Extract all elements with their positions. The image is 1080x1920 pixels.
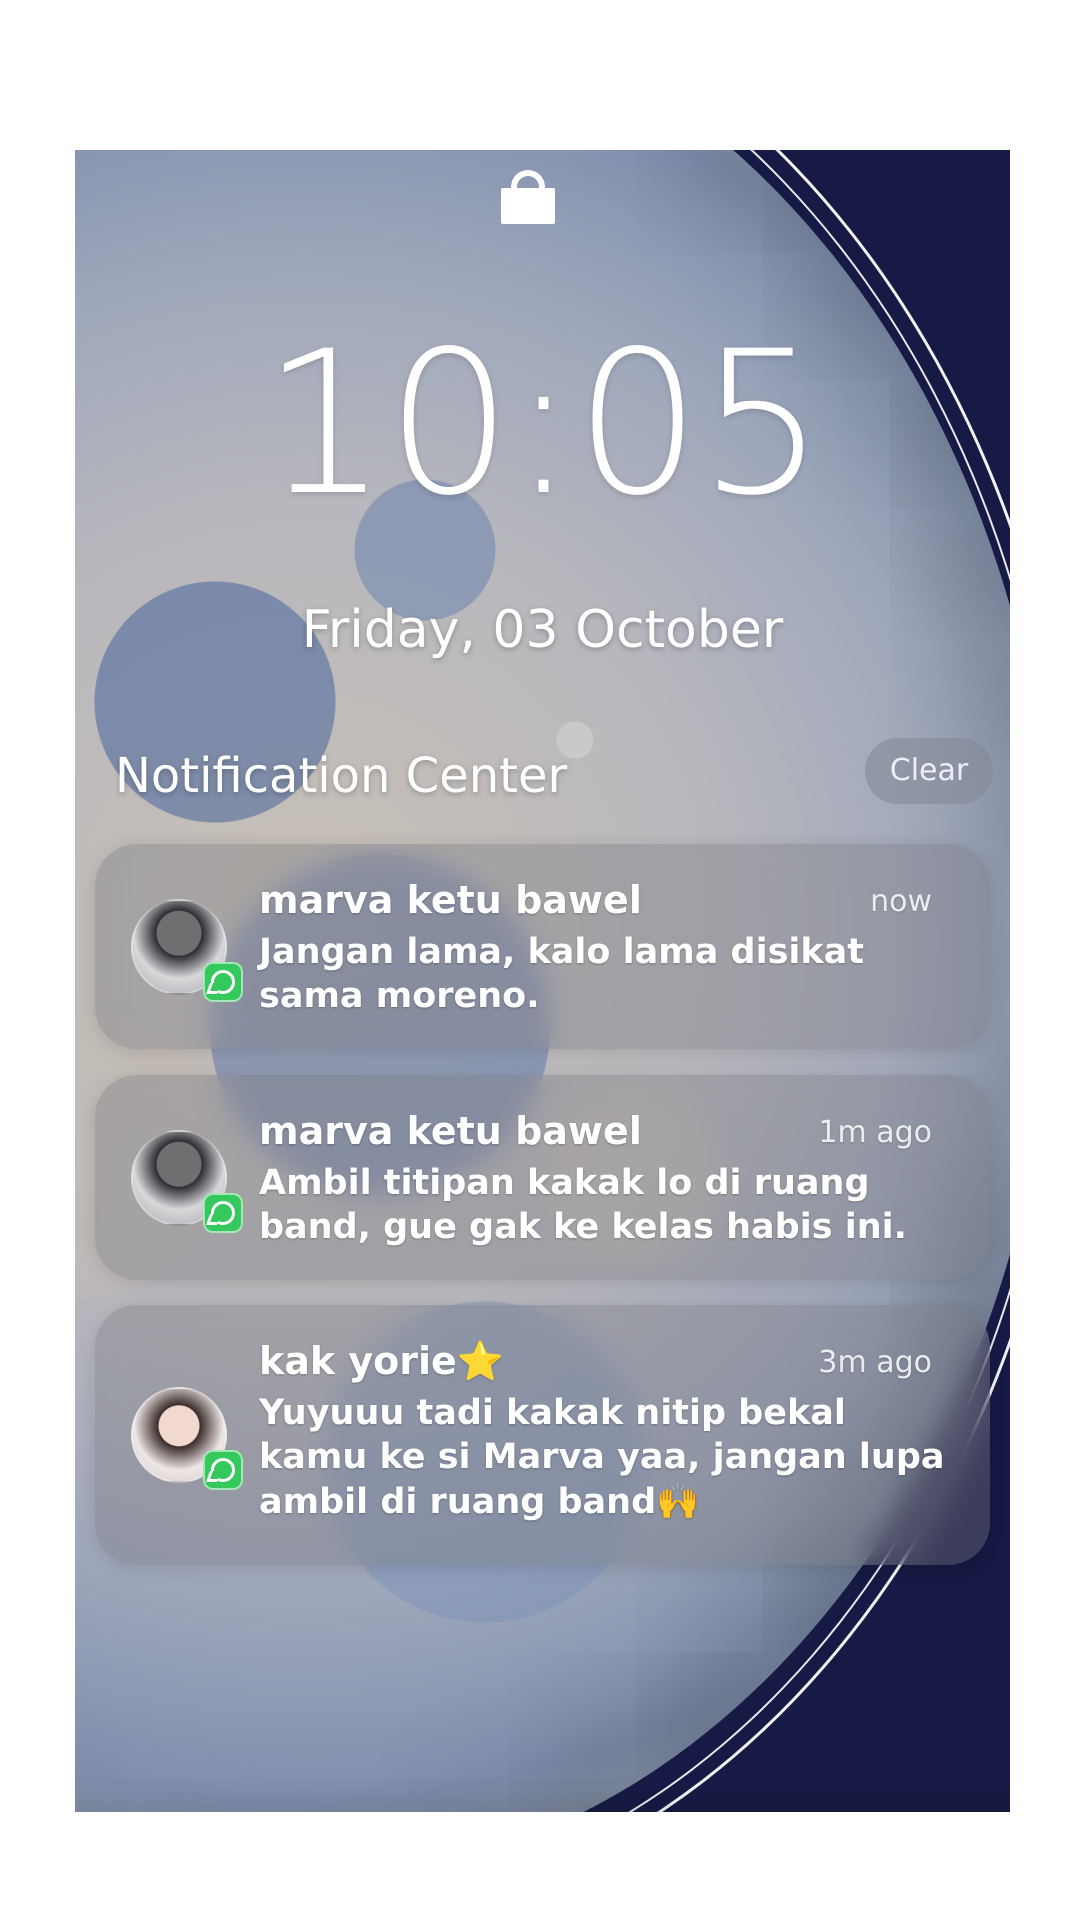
notification-center-title: Notification Center bbox=[115, 748, 568, 804]
whatsapp-bubble-icon bbox=[211, 970, 235, 994]
lockscreen-time: 10:05 bbox=[262, 308, 825, 539]
notification-time: 1m ago bbox=[818, 1115, 932, 1150]
notification-message: Ambil titipan kakak lo di ruang band, gu… bbox=[259, 1163, 907, 1248]
notification-sender: marva ketu bawel bbox=[259, 1109, 642, 1153]
notification-card[interactable]: marva ketu bawel 1m ago Ambil titipan ka… bbox=[95, 1075, 990, 1280]
notification-time: 3m ago bbox=[818, 1345, 932, 1380]
notification-time: now bbox=[870, 884, 932, 919]
whatsapp-bubble-icon bbox=[211, 1201, 235, 1225]
whatsapp-icon bbox=[203, 1193, 243, 1233]
lock-icon bbox=[501, 170, 555, 224]
notification-message: Jangan lama, kalo lama disikat sama more… bbox=[259, 932, 865, 1017]
whatsapp-bubble-icon bbox=[211, 1458, 235, 1482]
lock-screen: 10:05 Friday, 03 October Notification Ce… bbox=[75, 150, 1010, 1812]
notification-card[interactable]: marva ketu bawel now Jangan lama, kalo l… bbox=[95, 844, 990, 1049]
notification-sender: marva ketu bawel bbox=[259, 878, 642, 922]
whatsapp-icon bbox=[203, 1450, 243, 1490]
page: 10:05 Friday, 03 October Notification Ce… bbox=[0, 0, 1080, 1920]
lock-body bbox=[501, 188, 555, 224]
bottom-fade bbox=[75, 1788, 1010, 1812]
clear-button[interactable]: Clear bbox=[865, 738, 993, 804]
notification-sender: kak yorie⭐ bbox=[259, 1339, 505, 1383]
whatsapp-icon bbox=[203, 962, 243, 1002]
notification-message: Yuyuuu tadi kakak nitip bekal kamu ke si… bbox=[259, 1393, 945, 1522]
notification-card[interactable]: kak yorie⭐ 3m ago Yuyuuu tadi kakak niti… bbox=[95, 1305, 990, 1565]
lockscreen-date: Friday, 03 October bbox=[301, 600, 784, 660]
